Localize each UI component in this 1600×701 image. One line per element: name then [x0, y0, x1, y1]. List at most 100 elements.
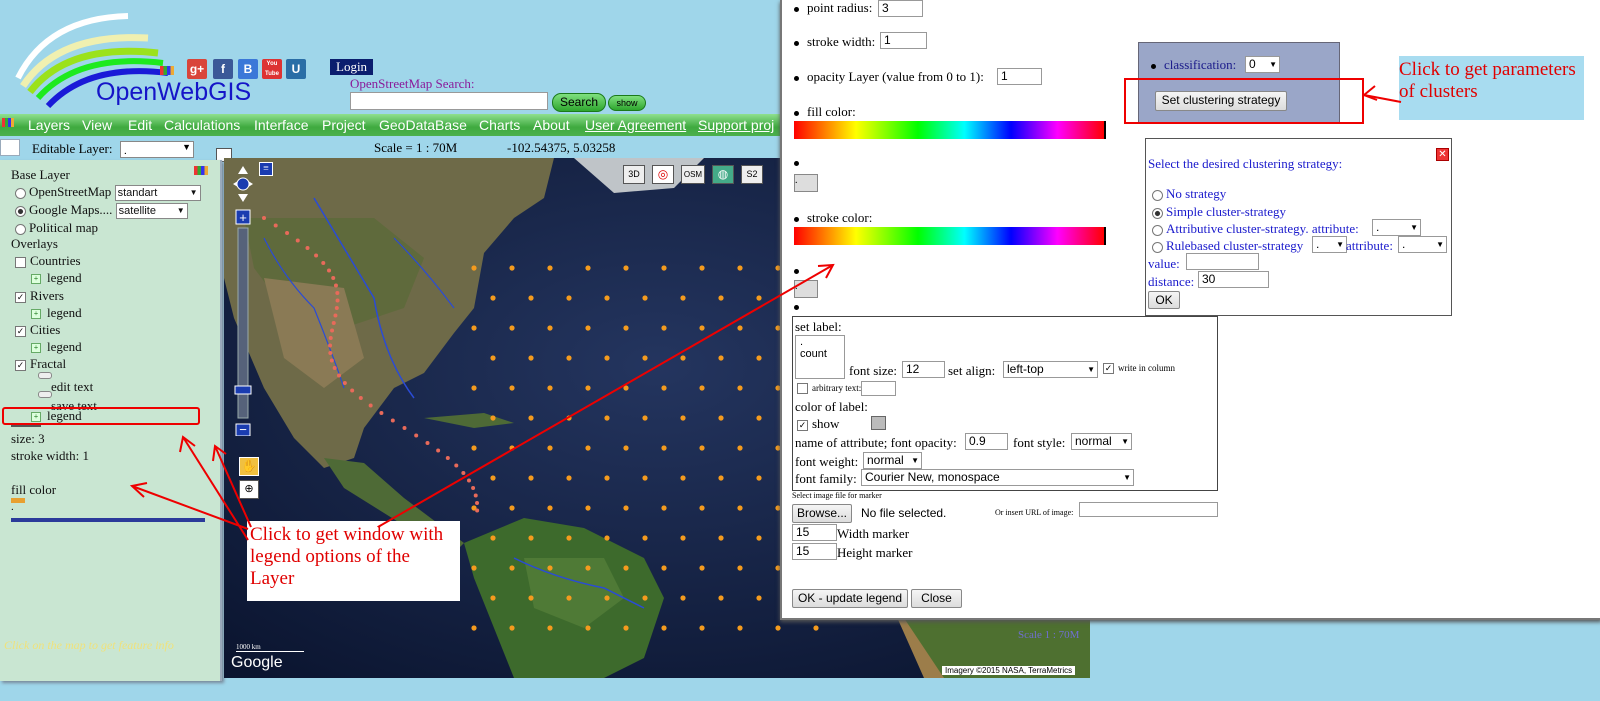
font-size-input[interactable]: 12	[902, 361, 945, 378]
s2-icon[interactable]: S2	[741, 165, 763, 184]
checkbox-icon[interactable]	[797, 383, 808, 395]
set-align-select[interactable]: left-top ▼	[1003, 361, 1098, 378]
editable-layer-select[interactable]: . ▼	[120, 141, 194, 158]
label-color-swatch[interactable]	[871, 416, 886, 430]
google-style-select[interactable]: satellite ▼	[115, 203, 188, 220]
font-family-select[interactable]: Courier New, monospace ▼	[861, 469, 1134, 486]
overlay-cities[interactable]: ✓ Cities	[15, 322, 60, 338]
rulebased-operator-select[interactable]: . ▼	[1312, 236, 1347, 253]
point-radius-input[interactable]: 3	[878, 0, 923, 17]
3d-icon[interactable]: 3D	[623, 165, 645, 184]
social-u-icon[interactable]: U	[286, 59, 306, 79]
close-button[interactable]: Close	[911, 589, 962, 608]
browse-button[interactable]: Browse...	[792, 504, 852, 523]
menu-view[interactable]: View	[82, 117, 112, 133]
fill-color-swatch-button[interactable]: .	[794, 174, 818, 192]
menu-charts[interactable]: Charts	[479, 117, 520, 133]
value-input[interactable]	[1186, 253, 1259, 270]
height-marker-input[interactable]: 15	[792, 543, 837, 560]
radio-icon[interactable]	[1152, 189, 1163, 201]
menu-user-agreement[interactable]: User Agreement	[585, 117, 686, 133]
label-attribute-list[interactable]: . count	[795, 335, 845, 379]
stroke-color-swatch-button[interactable]: .	[794, 280, 818, 298]
menu-project[interactable]: Project	[322, 117, 366, 133]
facebook-icon[interactable]: f	[213, 59, 233, 79]
osm-search-input[interactable]	[350, 92, 548, 110]
label-option[interactable]: count	[796, 348, 844, 360]
google-plus-icon[interactable]: g+	[187, 59, 207, 79]
strategy-none[interactable]: No strategy	[1152, 186, 1226, 202]
overlay-fractal[interactable]: ✓ Fractal	[15, 356, 66, 372]
distance-input[interactable]: 30	[1198, 271, 1269, 288]
checkbox-checked-icon[interactable]: ✓	[797, 419, 808, 431]
close-icon[interactable]: ✕	[1436, 148, 1449, 161]
radio-icon[interactable]	[1152, 241, 1163, 253]
radio-checked-icon[interactable]	[15, 205, 26, 217]
checkbox-icon[interactable]	[15, 256, 26, 268]
fill-color-picker[interactable]	[794, 121, 1106, 139]
base-layer-google[interactable]: Google Maps.... satellite ▼	[15, 202, 188, 220]
arbitrary-text-row[interactable]: arbitrary text:	[797, 383, 861, 395]
strategy-attributive[interactable]: Attributive cluster-strategy. attribute:	[1152, 221, 1359, 237]
menu-interface[interactable]: Interface	[254, 117, 308, 133]
ok-update-legend-button[interactable]: OK - update legend	[792, 589, 908, 608]
stroke-color-picker[interactable]	[794, 227, 1106, 245]
opacity-input[interactable]: 1	[997, 68, 1042, 85]
base-layer-osm[interactable]: OpenStreetMap standart ▼	[15, 184, 201, 202]
checkbox-checked-icon[interactable]: ✓	[15, 325, 26, 337]
radio-icon[interactable]	[15, 223, 26, 235]
font-opacity-input[interactable]: 0.9	[965, 433, 1008, 450]
checkbox-checked-icon[interactable]: ✓	[1103, 363, 1114, 375]
image-url-input[interactable]	[1079, 502, 1218, 517]
checkbox-checked-icon[interactable]: ✓	[15, 291, 26, 303]
write-in-column-row[interactable]: ✓ write in column	[1103, 363, 1175, 375]
legend-cities[interactable]: + legend	[31, 339, 82, 355]
overlay-countries[interactable]: Countries	[15, 253, 81, 269]
radio-icon[interactable]	[15, 187, 26, 199]
search-button[interactable]: Search	[552, 93, 606, 112]
base-layer-political[interactable]: Political map	[15, 220, 98, 236]
chevron-down-icon: ▼	[1336, 240, 1344, 249]
menu-calculations[interactable]: Calculations	[164, 117, 240, 133]
rulebased-attribute-select[interactable]: . ▼	[1398, 236, 1447, 253]
legend-countries[interactable]: + legend	[31, 270, 82, 286]
checkbox-checked-icon[interactable]: ✓	[15, 359, 26, 371]
login-button[interactable]: Login	[330, 59, 374, 75]
menu-about[interactable]: About	[533, 117, 570, 133]
legend-rivers[interactable]: + legend	[31, 305, 82, 321]
show-button[interactable]: show	[608, 95, 646, 111]
attributive-attribute-select[interactable]: . ▼	[1372, 219, 1421, 236]
menu-support-project[interactable]: Support proj	[698, 117, 774, 133]
youtube-icon[interactable]: You Tube	[262, 59, 282, 79]
save-text-toggle[interactable]	[38, 391, 52, 398]
toolbar-toggle[interactable]	[0, 139, 20, 156]
show-label-row[interactable]: ✓ show	[797, 416, 839, 432]
layer-list-icon[interactable]: ≡	[259, 162, 273, 176]
font-weight-select[interactable]: normal ▼	[863, 452, 922, 469]
overlay-rivers[interactable]: ✓ Rivers	[15, 288, 64, 304]
map-zoom-panel[interactable]: + −	[233, 166, 269, 436]
label-option[interactable]: .	[796, 336, 844, 348]
menu-geodatabase[interactable]: GeoDataBase	[379, 117, 467, 133]
width-marker-input[interactable]: 15	[792, 524, 837, 541]
classification-select[interactable]: 0 ▼	[1245, 56, 1280, 73]
zoom-box-icon[interactable]: ⊕	[239, 480, 259, 499]
font-style-select[interactable]: normal ▼	[1071, 433, 1132, 450]
globe-icon[interactable]: ◍	[712, 165, 734, 184]
strategy-simple[interactable]: Simple cluster-strategy	[1152, 204, 1286, 220]
blogger-icon[interactable]: B	[238, 59, 258, 79]
arbitrary-text-input[interactable]	[861, 381, 896, 396]
menu-layers[interactable]: Layers	[28, 117, 70, 133]
pan-hand-icon[interactable]: ✋	[239, 457, 259, 476]
target-icon[interactable]: ◎	[652, 165, 674, 184]
edit-text-toggle[interactable]	[38, 372, 52, 379]
osm-style-select[interactable]: standart ▼	[114, 185, 201, 202]
radio-checked-icon[interactable]	[1152, 207, 1163, 219]
menu-edit[interactable]: Edit	[128, 117, 152, 133]
strategy-rulebased[interactable]: Rulebased cluster-strategy	[1152, 238, 1303, 254]
stroke-width-input[interactable]: 1	[880, 32, 927, 49]
radio-icon[interactable]	[1152, 224, 1163, 236]
strategy-ok-button[interactable]: OK	[1148, 291, 1180, 309]
svg-text:+: +	[239, 210, 247, 225]
osm-icon[interactable]: OSM	[681, 165, 705, 184]
